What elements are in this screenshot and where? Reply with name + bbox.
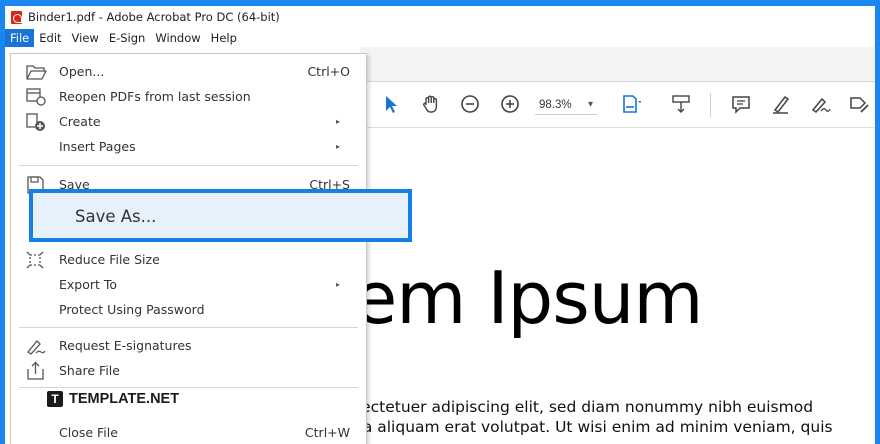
save-as-label: Save As...: [75, 207, 157, 226]
menu-item-reduce-file-size[interactable]: Reduce File Size: [11, 247, 366, 272]
menu-item-save-as[interactable]: Save As...: [29, 189, 412, 242]
highlight-pen-icon[interactable]: [770, 93, 792, 115]
menu-window[interactable]: Window: [150, 29, 205, 47]
export-to-label: Export To: [59, 277, 118, 292]
create-label: Create: [59, 114, 101, 129]
acrobat-pdf-icon: [11, 10, 22, 24]
menu-item-share-file[interactable]: Share File: [11, 358, 366, 383]
menu-item-protect[interactable]: Protect Using Password: [11, 297, 366, 322]
open-folder-icon: [26, 64, 47, 80]
document-heading: em Ipsum: [353, 256, 704, 340]
page-fit-icon[interactable]: [619, 93, 641, 115]
zoom-out-icon[interactable]: [459, 93, 481, 115]
menu-item-reopen[interactable]: Reopen PDFs from last session: [11, 84, 366, 109]
menu-view[interactable]: View: [67, 29, 104, 47]
protect-label: Protect Using Password: [59, 302, 205, 317]
reduce-size-icon: [26, 251, 44, 268]
menu-item-open[interactable]: Open... Ctrl+O: [11, 59, 366, 84]
open-shortcut: Ctrl+O: [307, 64, 350, 79]
esign-pen-icon: [27, 339, 46, 355]
template-logo-icon: T: [47, 391, 63, 407]
share-file-label: Share File: [59, 363, 120, 378]
scroll-mode-icon[interactable]: [670, 93, 692, 115]
toolbar: 98.3% ▾: [360, 82, 875, 128]
watermark-text: TEMPLATE.NET: [69, 391, 180, 407]
share-icon: [27, 361, 44, 380]
menu-separator: [19, 165, 358, 166]
create-submenu-arrow-icon: ▸: [335, 117, 340, 126]
reduce-file-size-label: Reduce File Size: [59, 252, 160, 267]
create-pdf-icon: [26, 112, 45, 131]
export-to-submenu-arrow-icon: ▸: [335, 280, 340, 289]
close-file-shortcut: Ctrl+W: [304, 425, 350, 440]
menu-esign[interactable]: E-Sign: [104, 29, 151, 47]
menu-item-export-to[interactable]: Export To ▸: [11, 272, 366, 297]
menu-separator: [19, 327, 358, 328]
insert-pages-submenu-arrow-icon: ▸: [335, 142, 340, 151]
document-body-line-2: na aliquam erat volutpat. Ut wisi enim a…: [353, 418, 833, 436]
template-net-watermark: T TEMPLATE.NET: [43, 389, 184, 409]
menu-bar: File Edit View E-Sign Window Help: [5, 28, 875, 47]
file-menu-dropdown: Open... Ctrl+O Reopen PDFs from last ses…: [10, 53, 367, 444]
menu-item-insert-pages[interactable]: Insert Pages ▸: [11, 134, 366, 159]
reopen-label: Reopen PDFs from last session: [59, 89, 251, 104]
menu-file[interactable]: File: [5, 28, 35, 47]
fill-sign-icon[interactable]: [809, 93, 831, 115]
select-cursor-icon[interactable]: [380, 93, 402, 115]
request-esignatures-label: Request E-signatures: [59, 338, 192, 353]
edit-pdf-icon[interactable]: [848, 93, 870, 115]
zoom-caret-icon: ▾: [587, 99, 593, 110]
tab-strip: [360, 47, 875, 82]
menu-item-create[interactable]: Create ▸: [11, 109, 366, 134]
close-file-label: Close File: [59, 425, 118, 440]
zoom-in-icon[interactable]: [499, 93, 521, 115]
reopen-icon: [26, 87, 46, 106]
acrobat-window: Binder1.pdf - Adobe Acrobat Pro DC (64-b…: [5, 6, 875, 444]
hand-tool-icon[interactable]: [420, 93, 442, 115]
insert-pages-label: Insert Pages: [59, 139, 136, 154]
window-title: Binder1.pdf - Adobe Acrobat Pro DC (64-b…: [28, 10, 280, 24]
menu-edit[interactable]: Edit: [34, 29, 66, 47]
menu-item-close-file[interactable]: Close File Ctrl+W: [11, 420, 366, 444]
menu-separator: [19, 387, 358, 388]
title-bar: Binder1.pdf - Adobe Acrobat Pro DC (64-b…: [5, 6, 875, 28]
comment-icon[interactable]: [730, 93, 752, 115]
document-body-line-1: sectetuer adipiscing elit, sed diam nonu…: [353, 398, 814, 416]
zoom-level-select[interactable]: 98.3% ▾: [535, 95, 597, 115]
menu-item-request-esignatures[interactable]: Request E-signatures: [11, 333, 366, 358]
toolbar-divider: [710, 93, 711, 117]
open-label: Open...: [59, 64, 105, 79]
menu-help[interactable]: Help: [206, 29, 242, 47]
zoom-level-value: 98.3%: [539, 98, 572, 111]
